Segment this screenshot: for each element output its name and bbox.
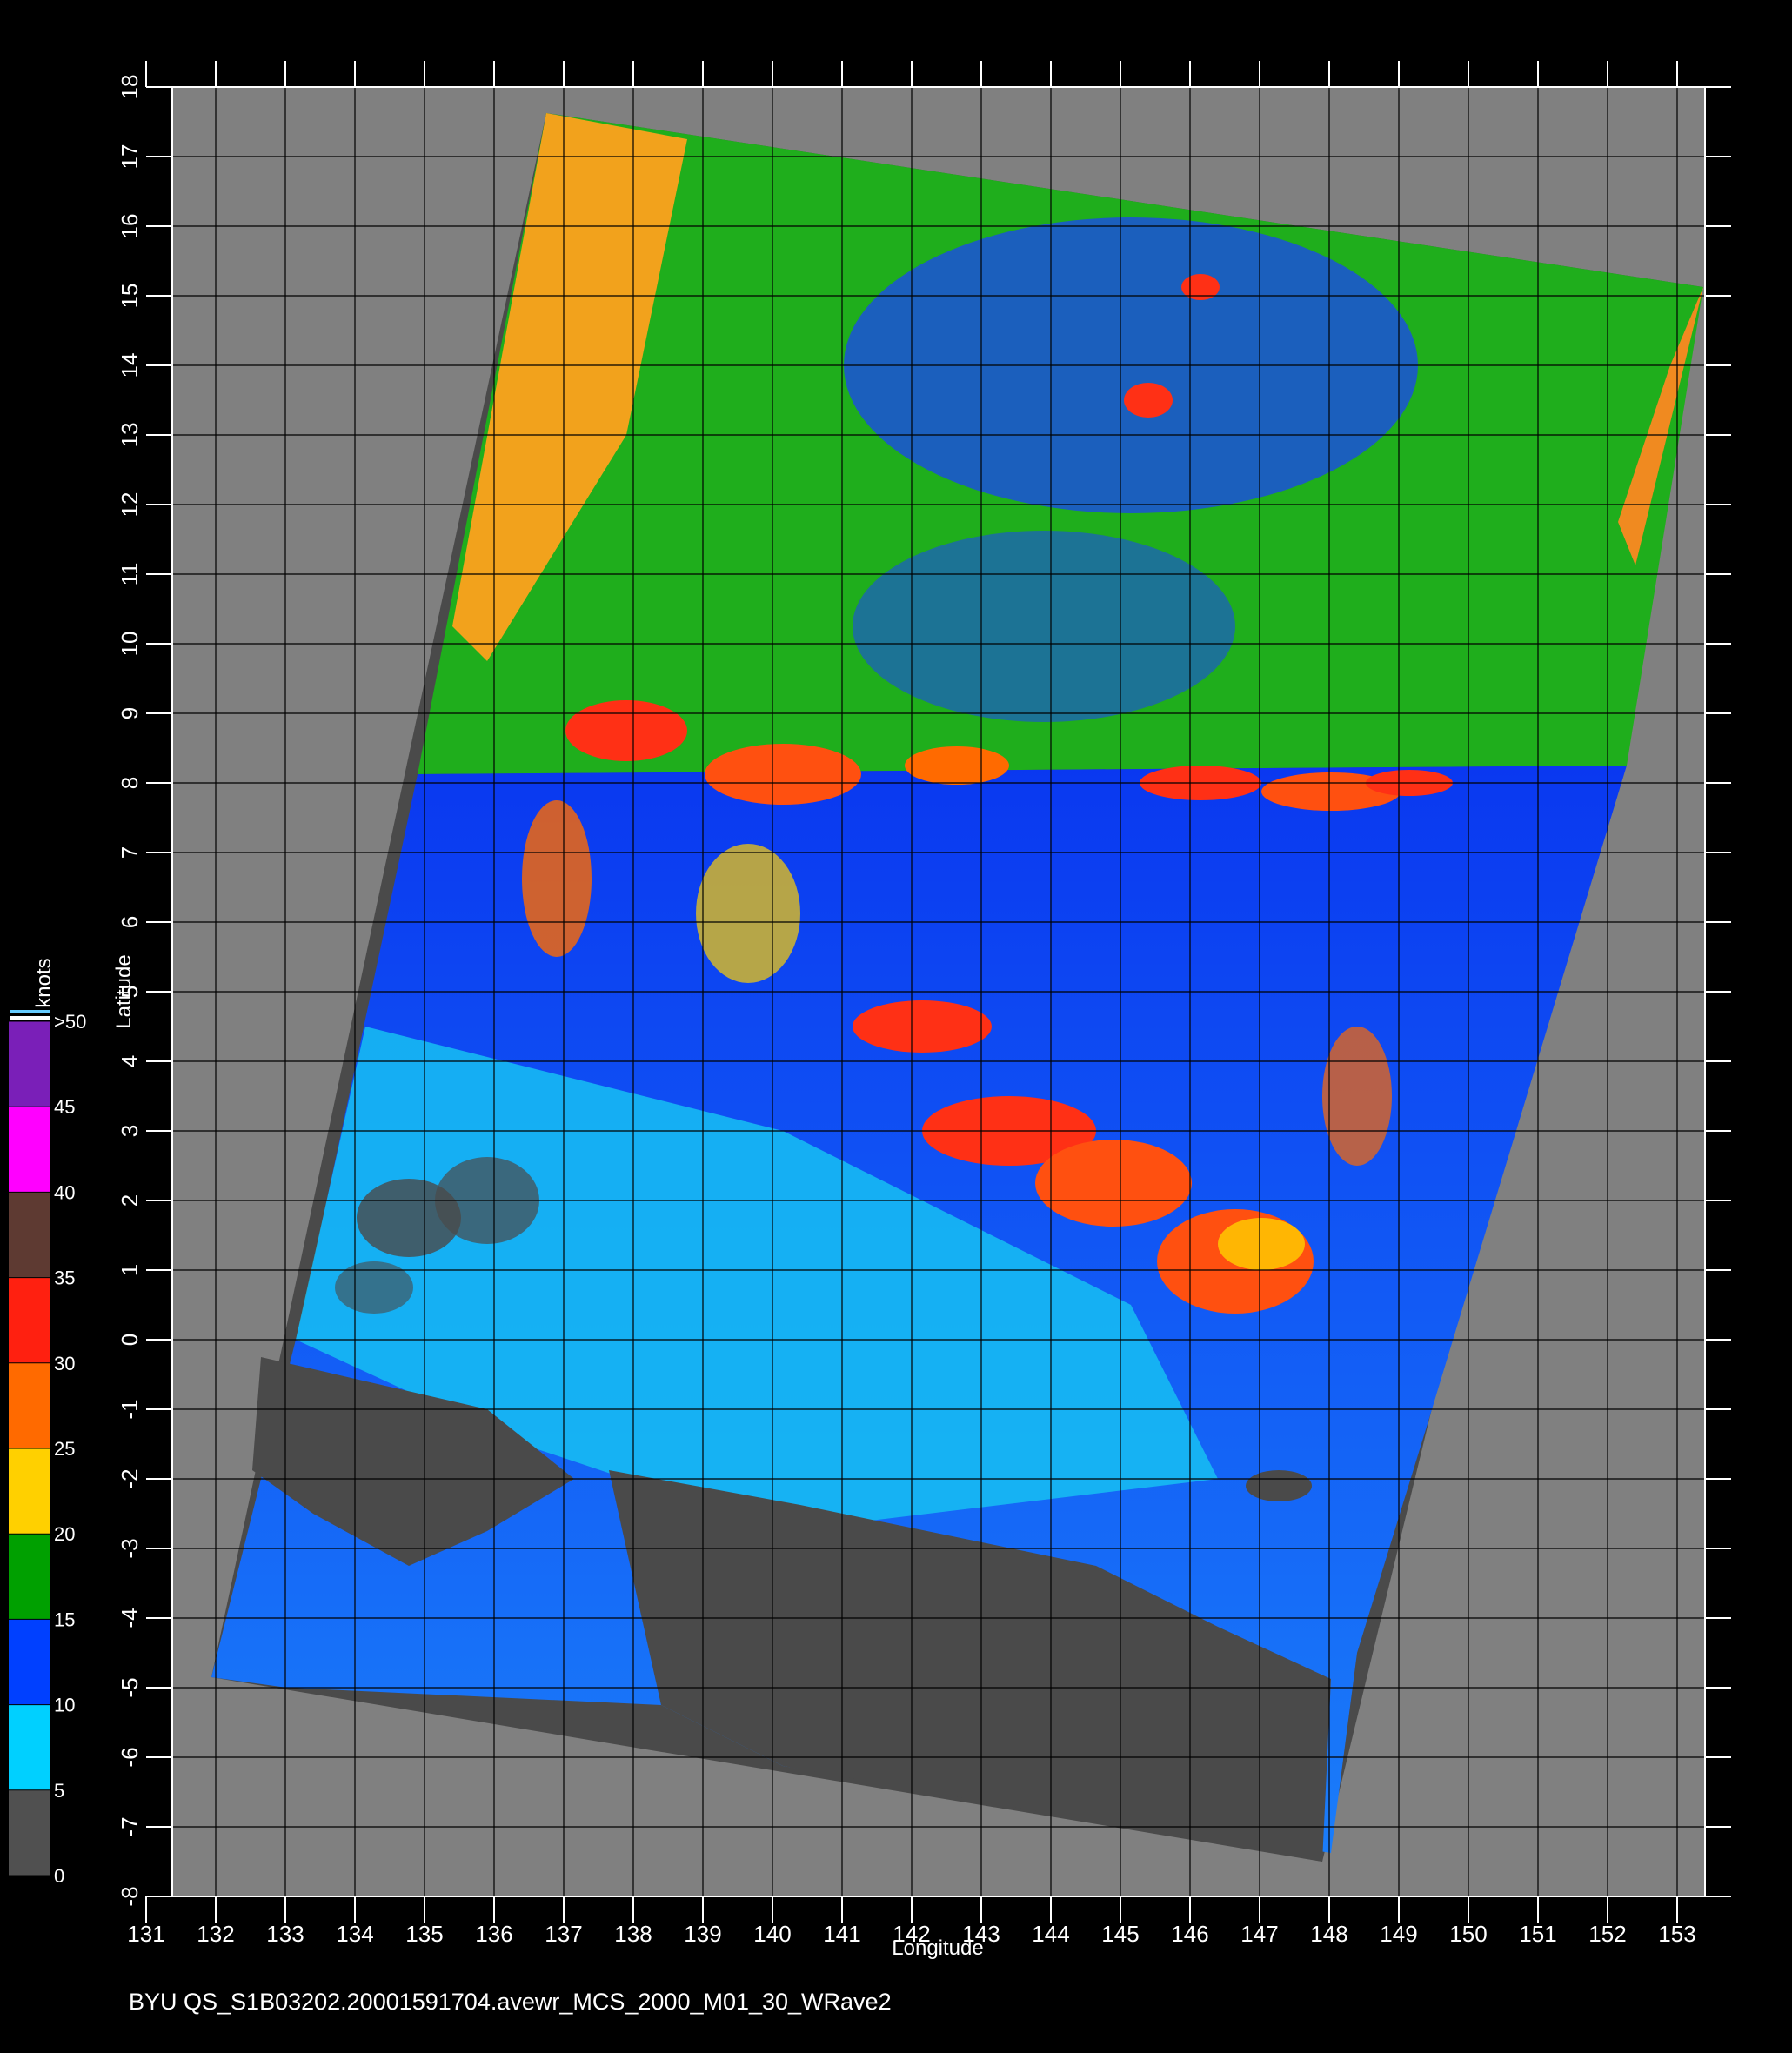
colorbar-label: 20 bbox=[54, 1523, 75, 1545]
north-blue-patch-2 bbox=[853, 531, 1235, 722]
lon-tick-label: 132 bbox=[197, 1921, 234, 1947]
lat-tick-label: -7 bbox=[117, 1816, 143, 1836]
x-axis-title: Longitude bbox=[892, 1936, 983, 1960]
lon-tick-label: 151 bbox=[1519, 1921, 1556, 1947]
lat-tick-label: -4 bbox=[117, 1608, 143, 1628]
lat-tick-label: 0 bbox=[117, 1334, 143, 1346]
colorbar-segment bbox=[9, 1704, 50, 1791]
lat-tick-label: 7 bbox=[117, 846, 143, 859]
colorbar-segment bbox=[9, 1362, 50, 1449]
colorbar-label: 40 bbox=[54, 1181, 75, 1203]
lat-tick-label: 17 bbox=[117, 144, 143, 170]
lat-tick-label: -8 bbox=[117, 1886, 143, 1906]
lat-tick-label: 1 bbox=[117, 1264, 143, 1276]
colorbar-segment bbox=[9, 1534, 50, 1620]
lon-tick-label: 139 bbox=[684, 1921, 721, 1947]
colorbar-label: >50 bbox=[54, 1011, 86, 1033]
y-axis-title: Latitude bbox=[112, 954, 136, 1028]
lat-tick-label: 13 bbox=[117, 423, 143, 448]
lat-tick-label: 9 bbox=[117, 707, 143, 719]
lon-tick-label: 153 bbox=[1658, 1921, 1695, 1947]
lat-tick-label: -1 bbox=[117, 1399, 143, 1419]
lon-tick-label: 147 bbox=[1240, 1921, 1278, 1947]
lon-tick-label: 137 bbox=[545, 1921, 582, 1947]
lat-tick-label: 4 bbox=[117, 1055, 143, 1067]
lon-tick-label: 140 bbox=[753, 1921, 791, 1947]
lon-tick-label: 152 bbox=[1588, 1921, 1626, 1947]
lat-tick-label: 15 bbox=[117, 284, 143, 309]
lat-tick-label: 16 bbox=[117, 214, 143, 239]
lat-tick-label: -5 bbox=[117, 1677, 143, 1697]
colorbar-segment bbox=[9, 1192, 50, 1279]
colorbar-label: 25 bbox=[54, 1438, 75, 1460]
lon-tick-label: 150 bbox=[1449, 1921, 1487, 1947]
colorbar-segment bbox=[9, 1107, 50, 1193]
lon-tick-label: 131 bbox=[127, 1921, 164, 1947]
island-east bbox=[1246, 1470, 1312, 1501]
lat-tick-label: 3 bbox=[117, 1125, 143, 1137]
lon-tick-label: 138 bbox=[614, 1921, 652, 1947]
colorbar-label: 45 bbox=[54, 1096, 75, 1118]
colorbar-label: 30 bbox=[54, 1353, 75, 1374]
lat-tick-label: 10 bbox=[117, 632, 143, 657]
lat-tick-label: 11 bbox=[117, 563, 143, 586]
colorbar-label: 5 bbox=[54, 1780, 64, 1802]
lon-tick-label: 135 bbox=[405, 1921, 443, 1947]
lat-tick-label: 18 bbox=[117, 75, 143, 100]
lon-tick-label: 136 bbox=[475, 1921, 512, 1947]
lat-tick-label: 8 bbox=[117, 777, 143, 789]
lon-tick-label: 133 bbox=[266, 1921, 304, 1947]
colorbar-segment bbox=[9, 1619, 50, 1706]
colorbar-segment bbox=[9, 1021, 50, 1107]
colorbar-title-marker bbox=[10, 1010, 50, 1020]
colorbar-segment bbox=[9, 1277, 50, 1364]
lat-tick-label: -6 bbox=[117, 1747, 143, 1767]
colorbar-label: 35 bbox=[54, 1267, 75, 1289]
colorbar-label: 10 bbox=[54, 1695, 75, 1716]
colorbar: >50 45 40 35 30 25 20 15 10 5 0 bbox=[9, 1011, 86, 1887]
lat-tick-label: 6 bbox=[117, 916, 143, 928]
colorbar-label: 0 bbox=[54, 1865, 64, 1887]
lat-tick-label: 14 bbox=[117, 353, 143, 378]
colorbar-title: knots bbox=[32, 958, 56, 1007]
lat-tick-label: 2 bbox=[117, 1194, 143, 1207]
wind-speed-map: 131 132 133 134 135 136 137 138 139 140 141 142 143 1… bbox=[9, 61, 1731, 2015]
lat-tick-label: -3 bbox=[117, 1538, 143, 1558]
lat-tick-label: -2 bbox=[117, 1468, 143, 1488]
lon-tick-label: 149 bbox=[1380, 1921, 1417, 1947]
lon-tick-label: 134 bbox=[336, 1921, 373, 1947]
lon-tick-label: 146 bbox=[1171, 1921, 1208, 1947]
lon-tick-label: 148 bbox=[1310, 1921, 1347, 1947]
colorbar-label: 15 bbox=[54, 1608, 75, 1630]
lon-tick-label: 144 bbox=[1032, 1921, 1069, 1947]
lon-tick-label: 141 bbox=[823, 1921, 860, 1947]
lon-tick-label: 145 bbox=[1101, 1921, 1139, 1947]
colorbar-segment bbox=[9, 1789, 50, 1876]
lat-tick-label: 12 bbox=[117, 492, 143, 518]
product-caption: BYU QS_S1B03202.20001591704.avewr_MCS_20… bbox=[129, 1989, 892, 2015]
colorbar-segment bbox=[9, 1448, 50, 1535]
